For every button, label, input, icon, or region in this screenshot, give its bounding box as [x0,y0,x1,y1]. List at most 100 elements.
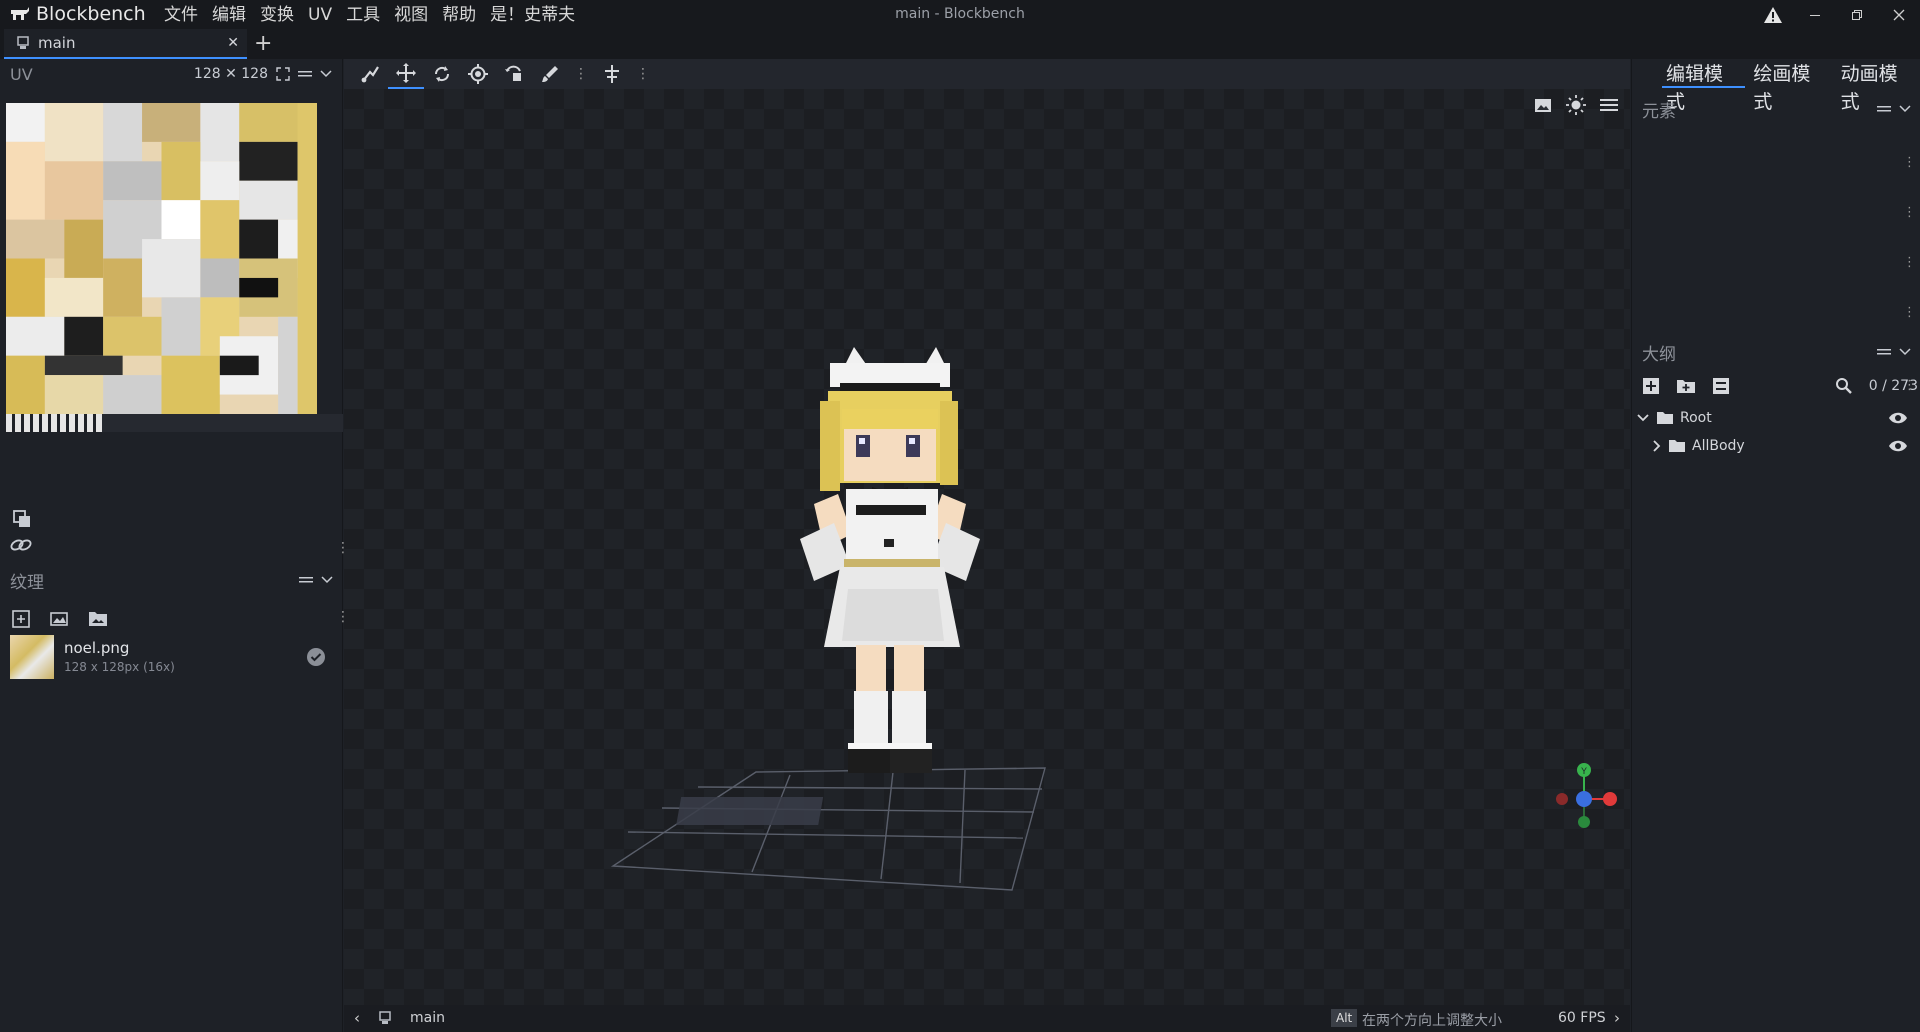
window-title: main - Blockbench [895,6,1025,22]
chevron-down-icon[interactable] [1636,413,1650,423]
model-icon [16,36,30,50]
add-group-icon[interactable] [1676,378,1696,394]
model-icon [378,1011,392,1025]
close-icon [1893,9,1905,21]
vertex-snap-icon [360,64,380,84]
texture-toolbar [12,608,108,628]
more-options-icon[interactable]: ⋮ [1903,305,1916,320]
warning-button[interactable] [1752,0,1794,29]
3d-viewport[interactable]: Y [344,89,1630,1005]
app-window: { "app": {"name": "Blockbench", "window_… [0,0,1920,1032]
drag-handle-icon[interactable] [1877,347,1891,357]
title-bar: Blockbench 文件 编辑 变换 UV 工具 视图 帮助 是！史蒂夫 ma… [0,0,1920,29]
fullscreen-icon[interactable] [276,67,290,81]
character-model [800,347,980,773]
folder-icon [1668,439,1686,453]
import-texture-icon[interactable] [12,608,32,628]
restore-icon [1851,9,1863,21]
tab-close-button[interactable]: ✕ [227,35,239,51]
collapse-all-icon[interactable] [1712,377,1730,395]
mirror-icon [602,64,622,84]
outliner-row-allbody[interactable]: AllBody [1652,432,1916,460]
viewport-toolbar: ⋮ ⋮ [344,59,1630,89]
more-options-icon[interactable]: ⋮ [1903,255,1916,270]
textures-panel-header: 纹理 [0,565,343,595]
eye-icon[interactable] [1888,411,1908,425]
window-controls [1752,0,1920,29]
chevron-right-icon[interactable] [1652,439,1662,453]
cube-tool[interactable] [496,59,532,89]
mirror-tool[interactable] [594,59,630,89]
folder-icon [1656,411,1674,425]
chevron-down-icon[interactable] [321,576,333,584]
axis-gizmo[interactable]: Y [1544,759,1624,839]
outliner-panel-header: 大纲 [1632,337,1920,367]
right-panel: 编辑模式 绘画模式 动画模式 元素 ⋮ ⋮ ⋮ ⋮ 大纲 0 / 273 ⋮ R… [1631,59,1920,1032]
more-options-icon[interactable]: ⋮ [1903,155,1916,170]
new-tab-button[interactable]: + [254,31,272,56]
status-model-name[interactable]: main [410,1010,445,1026]
more-options-icon[interactable]: ⋮ [1903,378,1916,393]
move-tool[interactable] [388,59,424,89]
elements-panel-header: 元素 [1632,94,1920,124]
status-bar: ‹ main Alt 在两个方向上调整大小 60 FPS › [344,1005,1630,1032]
chevron-left-icon[interactable]: ‹ [354,1009,360,1027]
status-hint: 在两个方向上调整大小 [1362,1013,1502,1029]
cube-rotate-icon [504,64,524,84]
elements-panel-title: 元素 [1642,101,1676,122]
uv-texture-canvas[interactable] [6,103,317,414]
drag-handle-icon[interactable] [299,575,313,585]
link-icon[interactable] [10,537,32,553]
alt-key-badge: Alt [1331,1009,1358,1027]
more-options-icon[interactable]: ⋮ [636,66,650,82]
drag-handle-icon[interactable] [298,69,312,79]
brush-tool[interactable] [532,59,568,89]
uv-strip [6,414,102,432]
pivot-icon [468,64,488,84]
add-cube-icon[interactable] [1642,377,1660,395]
tab-animate-mode[interactable]: 动画模式 [1837,60,1920,113]
create-texture-icon[interactable] [50,609,70,627]
chevron-down-icon[interactable] [1899,348,1911,356]
restore-button[interactable] [1836,0,1878,29]
pivot-tool[interactable] [460,59,496,89]
uv-strip-bg [102,414,343,432]
tab-edit-mode[interactable]: 编辑模式 [1662,60,1746,113]
brush-icon [540,64,560,84]
chevron-right-icon[interactable]: › [1614,1009,1620,1027]
copy-icon[interactable] [12,509,32,529]
texture-info: 128 x 128px (16x) [64,660,175,674]
minimize-button[interactable] [1794,0,1836,29]
fps-counter: 60 FPS [1558,1010,1606,1026]
tab-paint-mode[interactable]: 绘画模式 [1749,60,1832,113]
outliner-item-label: AllBody [1692,438,1745,454]
eye-icon[interactable] [1888,439,1908,453]
minimize-icon [1809,9,1821,21]
drag-handle-icon[interactable] [1877,104,1891,114]
search-icon[interactable] [1835,377,1853,395]
chevron-down-icon[interactable] [320,70,332,78]
tab-label: main [38,34,76,52]
rotate-tool[interactable] [424,59,460,89]
outliner-row-root[interactable]: Root [1636,404,1916,432]
tab-main[interactable]: main ✕ [4,29,247,59]
more-options-icon[interactable]: ⋮ [1903,205,1916,220]
texture-thumbnail [10,635,54,679]
uv-texture-image [6,103,317,414]
texture-folder-icon[interactable] [88,609,108,627]
rotate-icon [432,64,452,84]
texture-item[interactable]: noel.png 128 x 128px (16x) [6,633,336,679]
left-panel: UV 128 ✕ 128 ⋮ 纹理 ⋮ noel.png 128 x 128px… [0,59,350,1032]
close-window-button[interactable] [1878,0,1920,29]
vertex-snap-tool[interactable] [352,59,388,89]
check-circle-icon[interactable] [306,647,326,667]
outliner-toolbar: 0 / 273 [1642,377,1918,395]
gizmo-y-label: Y [1581,766,1587,776]
uv-size-label[interactable]: 128 ✕ 128 [194,66,268,82]
outliner-item-label: Root [1680,410,1712,426]
mode-selector: 编辑模式 绘画模式 动画模式 [1662,60,1920,113]
more-options-icon[interactable]: ⋮ [574,66,588,82]
chevron-down-icon[interactable] [1899,105,1911,113]
textures-panel-title: 纹理 [10,572,44,593]
texture-name: noel.png [64,639,130,657]
